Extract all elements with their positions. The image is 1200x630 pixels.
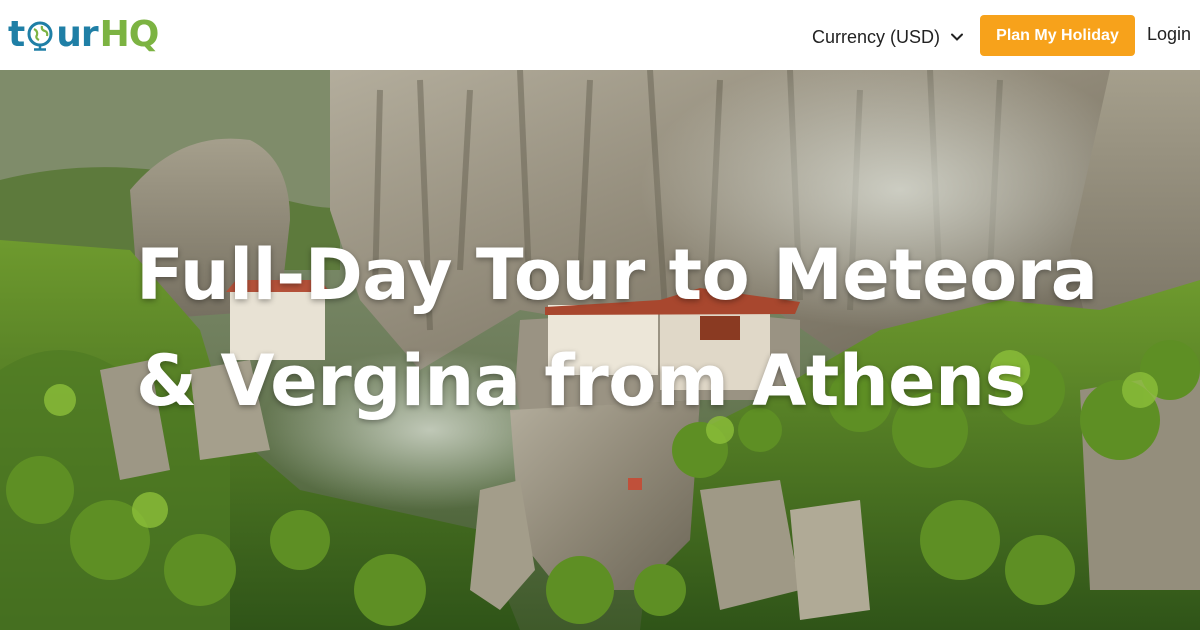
hero-title: Full-Day Tour to Meteora & Vergina from … [136,234,1098,422]
currency-label: Currency (USD) [812,26,941,47]
login-link[interactable]: Login [1147,24,1191,50]
top-navigation-bar: t ur HQ Currency (USD) Plan My Holiday L… [0,0,1200,70]
currency-selector[interactable]: Currency (USD) [812,24,964,50]
globe-icon [27,21,53,51]
plan-my-holiday-button[interactable]: Plan My Holiday [980,15,1135,56]
logo-text-hq: HQ [99,13,160,55]
tourhq-logo[interactable]: t ur HQ [8,10,160,58]
chevron-down-icon [951,33,964,41]
logo-text-t: t [8,13,25,55]
hero-banner: Full-Day Tour to Meteora & Vergina from … [0,70,1200,630]
logo-text-ur: ur [56,13,98,55]
